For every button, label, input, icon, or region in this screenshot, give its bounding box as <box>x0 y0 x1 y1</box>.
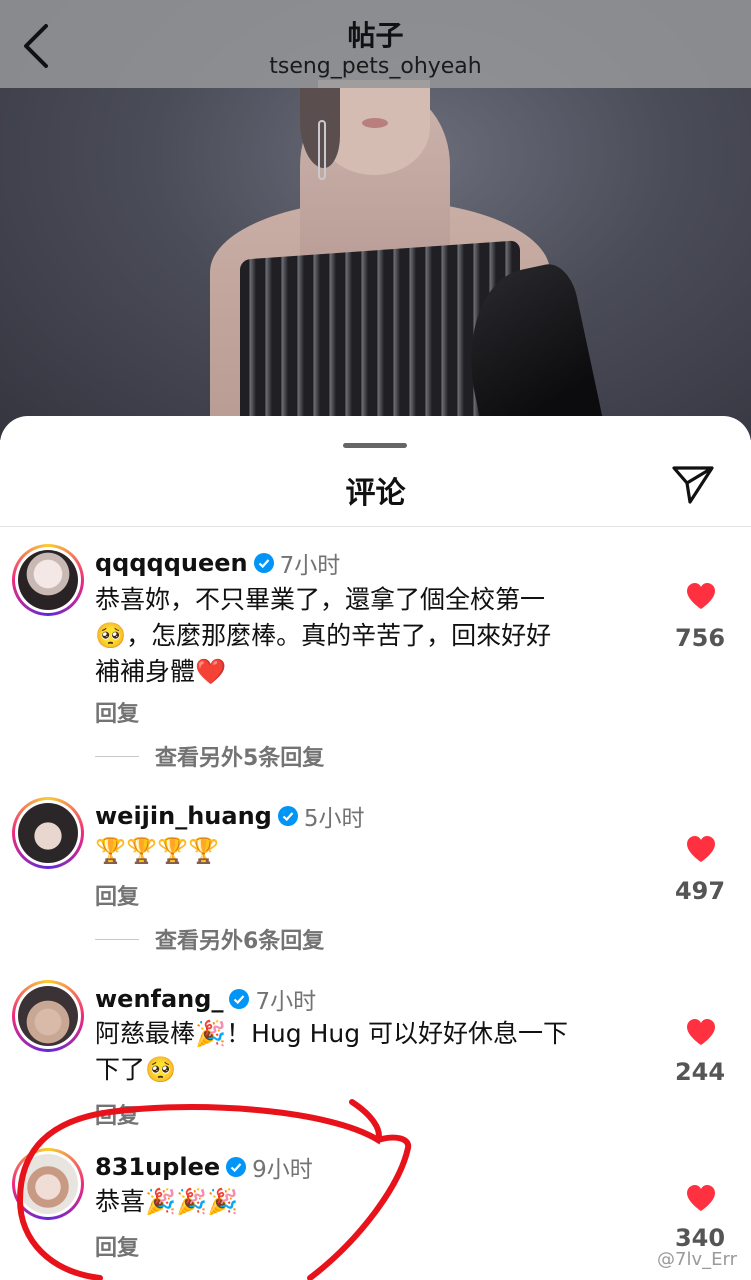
comment-text-line: 阿慈最棒🎉！Hug Hug 可以好好休息一下 <box>95 1019 569 1048</box>
page-title: 帖子 <box>347 19 404 52</box>
sheet-title: 评论 <box>345 476 406 511</box>
comment-text-line: 補補身體❤️ <box>95 657 227 686</box>
reply-button[interactable]: 回复 <box>95 1098 139 1130</box>
like-count: 756 <box>674 624 726 652</box>
view-more-replies-label: 查看另外6条回复 <box>155 929 325 954</box>
comment-header: wenfang_ 7小时 <box>95 982 316 1016</box>
comment-header: weijin_huang 5小时 <box>95 799 365 833</box>
header-divider <box>0 526 751 527</box>
comment-text-line: 🥺，怎麼那麼棒。真的辛苦了，回來好好 <box>95 621 552 650</box>
watermark: @7lv_Err <box>657 1249 737 1270</box>
view-more-replies-label: 查看另外5条回复 <box>155 746 325 771</box>
like-count: 244 <box>674 1058 726 1086</box>
verified-badge-icon <box>226 1157 247 1177</box>
top-bar: 帖子 tseng_pets_ohyeah <box>0 0 751 88</box>
verified-badge-icon <box>253 553 274 573</box>
comment-text: 阿慈最棒🎉！Hug Hug 可以好好休息一下 下了🥺 <box>95 1016 655 1088</box>
like-count: 340 <box>674 1224 726 1252</box>
comment-text: 🏆🏆🏆🏆 <box>95 833 655 869</box>
username[interactable]: 831uplee <box>95 1153 220 1181</box>
username[interactable]: weijin_huang <box>95 802 272 830</box>
sheet-drag-handle[interactable] <box>343 443 407 448</box>
comment-time: 7小时 <box>255 989 317 1015</box>
comment-text: 恭喜妳，不只畢業了，還拿了個全校第一 🥺，怎麼那麼棒。真的辛苦了，回來好好 補補… <box>95 582 655 690</box>
comment-time: 7小时 <box>279 553 341 579</box>
username[interactable]: qqqqqueen <box>95 549 248 577</box>
reply-button[interactable]: 回复 <box>95 879 139 911</box>
post-author[interactable]: tseng_pets_ohyeah <box>0 54 751 79</box>
avatar[interactable] <box>12 1148 84 1220</box>
comment-header: 831uplee 9小时 <box>95 1150 313 1184</box>
avatar[interactable] <box>12 980 84 1052</box>
avatar[interactable] <box>12 797 84 869</box>
replies-divider-line <box>95 755 139 757</box>
comment-text-line: 🏆🏆🏆🏆 <box>95 836 220 865</box>
like-count: 497 <box>674 877 726 905</box>
avatar[interactable] <box>12 544 84 616</box>
reply-button[interactable]: 回复 <box>95 696 139 728</box>
share-send-icon[interactable] <box>670 464 716 506</box>
replies-divider-line <box>95 938 139 940</box>
heart-icon[interactable] <box>686 1018 716 1046</box>
heart-icon[interactable] <box>686 1184 716 1212</box>
view-more-replies[interactable]: 查看另外5条回复 <box>95 740 324 772</box>
comment-text-line: 下了🥺 <box>95 1055 177 1084</box>
username[interactable]: wenfang_ <box>95 985 223 1013</box>
comment-text: 恭喜🎉🎉🎉 <box>95 1184 655 1220</box>
comment-text-line: 恭喜🎉🎉🎉 <box>95 1187 239 1216</box>
comment-text-line: 恭喜妳，不只畢業了，還拿了個全校第一 <box>95 585 546 614</box>
photo-lips <box>362 118 388 128</box>
comment-time: 9小时 <box>252 1157 313 1183</box>
reply-button[interactable]: 回复 <box>95 1230 139 1262</box>
view-more-replies[interactable]: 查看另外6条回复 <box>95 923 324 955</box>
heart-icon[interactable] <box>686 835 716 863</box>
comment-header: qqqqqueen 7小时 <box>95 546 340 580</box>
verified-badge-icon <box>229 989 250 1009</box>
verified-badge-icon <box>277 806 298 826</box>
heart-icon[interactable] <box>686 582 716 610</box>
photo-earring <box>318 120 326 180</box>
comment-time: 5小时 <box>303 806 365 832</box>
